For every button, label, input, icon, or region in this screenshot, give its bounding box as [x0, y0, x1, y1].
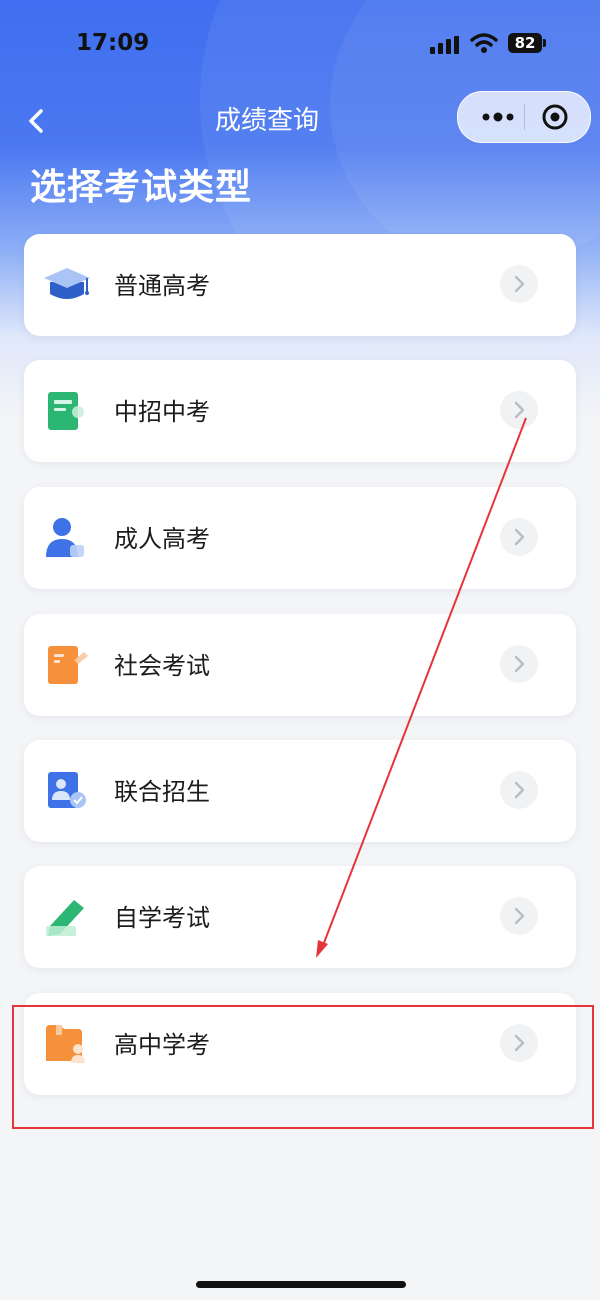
battery-indicator: 82	[508, 33, 542, 53]
chevron-right-icon	[500, 518, 538, 556]
orange-folder-person-icon	[46, 1025, 85, 1063]
close-target-icon[interactable]	[540, 102, 570, 132]
exam-type-label: 中招中考	[114, 398, 210, 426]
chevron-right-icon	[500, 771, 538, 809]
exam-type-card-gaokao[interactable]: 普通高考	[24, 234, 576, 336]
status-time: 17:09	[76, 30, 150, 56]
nav-title: 成绩查询	[214, 106, 319, 136]
exam-type-card-self-study[interactable]: 自学考试	[24, 866, 576, 968]
exam-type-card-adult[interactable]: 成人高考	[24, 487, 576, 589]
navigation-bar: 成绩查询	[0, 90, 600, 150]
more-dots-icon[interactable]	[478, 104, 518, 130]
exam-type-card-social[interactable]: 社会考试	[24, 614, 576, 716]
home-indicator	[196, 1281, 406, 1288]
exam-type-label: 普通高考	[114, 272, 210, 300]
exam-type-card-joint-enrollment[interactable]: 联合招生	[24, 740, 576, 842]
exam-type-label: 社会考试	[114, 652, 210, 680]
chevron-right-icon	[500, 897, 538, 935]
chevron-right-icon	[500, 391, 538, 429]
battery-tip	[543, 39, 546, 47]
exam-type-card-academic-level[interactable]: 高中学考	[24, 993, 576, 1095]
chevron-right-icon	[500, 645, 538, 683]
exam-type-label: 成人高考	[114, 525, 210, 553]
person-icon	[46, 518, 84, 557]
status-bar: 17:09 82	[0, 0, 600, 90]
graduation-cap-icon	[44, 268, 90, 299]
exam-type-label: 自学考试	[114, 904, 210, 932]
green-pencil-icon	[46, 900, 84, 936]
chevron-right-icon	[500, 1024, 538, 1062]
page-heading: 选择考试类型	[30, 167, 253, 208]
chevron-right-icon	[500, 265, 538, 303]
cellular-signal-icon	[430, 36, 459, 54]
orange-document-icon	[48, 646, 88, 684]
mini-program-capsule	[457, 91, 591, 143]
capsule-divider	[524, 104, 525, 130]
exam-type-label: 高中学考	[114, 1031, 210, 1059]
exam-type-label: 联合招生	[114, 778, 210, 806]
exam-type-card-zhongkao[interactable]: 中招中考	[24, 360, 576, 462]
id-card-check-icon	[48, 772, 86, 808]
green-book-icon	[48, 392, 84, 430]
wifi-icon	[470, 33, 498, 53]
